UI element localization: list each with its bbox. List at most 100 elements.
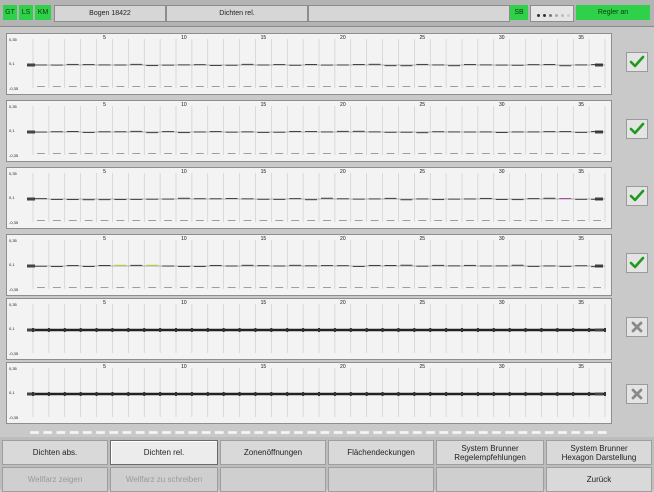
cross-icon	[631, 321, 643, 333]
y-axis-label: -0,35	[9, 287, 19, 292]
zone-tick-label: 35	[578, 364, 584, 370]
zone-notch	[492, 392, 495, 396]
zone-tick-label: 25	[419, 169, 425, 175]
y-axis-label: 0,1	[9, 262, 15, 267]
strip-segment	[148, 430, 159, 435]
y-axis-label: 0,1	[9, 61, 15, 66]
zone-notch	[365, 392, 368, 396]
zone-value-label	[466, 287, 474, 288]
sb-indicator: SB	[510, 5, 528, 20]
dichten-abs-button[interactable]: Dichten abs.	[2, 440, 108, 465]
zone-value-label	[402, 153, 411, 154]
zone-value-label	[354, 153, 363, 154]
zone-value-label	[211, 86, 220, 87]
zone-notch	[159, 392, 162, 396]
wellfarz-zeigen-button[interactable]: Wellfarz zeigen	[2, 467, 108, 492]
zone-notch	[429, 328, 432, 332]
strip-segment	[505, 430, 515, 435]
zone-value-label	[275, 287, 284, 288]
checkmark-stroke	[629, 189, 645, 202]
flaechendeckungen-button[interactable]: Flächendeckungen	[328, 440, 434, 465]
panel-1-status-button[interactable]	[626, 52, 648, 72]
zone-value-label	[513, 86, 522, 87]
zone-value-label	[275, 153, 284, 154]
panel-3-status-button[interactable]	[626, 186, 648, 206]
zone-notch	[333, 328, 336, 332]
zone-notch	[461, 392, 463, 396]
zone-value-label	[466, 220, 474, 221]
zone-chart: 0,35 0,1 -0,35 5 10 15 20 25 30 35	[9, 35, 606, 91]
zone-value-label	[116, 287, 125, 288]
zone-value-label	[116, 153, 125, 154]
zone-tick-label: 25	[419, 236, 425, 242]
strip-segment	[373, 430, 383, 435]
dichten-rel-button[interactable]: Dichten rel.	[110, 440, 218, 465]
zone-value-label	[323, 86, 331, 87]
zone-value-label	[275, 220, 284, 221]
zonenoeffnungen-button[interactable]: Zonenöffnungen	[220, 440, 326, 465]
zone-value-label	[450, 86, 458, 87]
zone-tick-label: 25	[419, 35, 425, 41]
zone-value-label	[434, 287, 443, 288]
zone-chart-panel-1: 0,35 0,1 -0,35 5 10 15 20 25 30 35	[6, 33, 612, 95]
zone-chart: 0,35 0,1 -0,35 5 10 15 20 25 30 35	[9, 364, 606, 420]
zone-value-label	[386, 153, 395, 154]
zone-notch	[572, 328, 575, 332]
zurueck-button[interactable]: Zurück	[546, 467, 652, 492]
zone-value-label	[52, 220, 61, 221]
empty-button-5[interactable]	[436, 467, 544, 492]
zone-value-label	[243, 287, 252, 288]
zone-notch	[349, 392, 352, 396]
zone-value-label	[164, 220, 172, 221]
regelempfehlungen-button[interactable]: System Brunner Regelempfehlungen	[436, 440, 544, 465]
zone-notch	[159, 328, 162, 332]
zone-tick-label: 35	[578, 300, 584, 306]
strip-segment	[42, 430, 53, 435]
hexagon-darstellung-button[interactable]: System Brunner Hexagon Darstellung	[546, 440, 652, 465]
wellfarz-schreiben-button[interactable]: Wellfarz zu schreiben	[110, 467, 218, 492]
zone-value-label	[243, 86, 252, 87]
zone-value-label	[291, 153, 300, 154]
zone-tick-label: 10	[181, 364, 187, 370]
zone-value-label	[354, 287, 363, 288]
zone-value-label	[243, 153, 252, 154]
zone-chart: 0,35 0,1 -0,35 5 10 15 20 25 30 35	[9, 169, 606, 225]
strip-segment	[267, 430, 277, 435]
zone-notch	[63, 328, 66, 332]
zone-notch	[381, 328, 384, 332]
zone-tick-label: 30	[499, 300, 505, 306]
strip-segment	[95, 430, 106, 435]
zone-value-label	[52, 153, 61, 154]
strip-segment	[82, 430, 92, 435]
zone-tick-label: 20	[340, 300, 346, 306]
empty-button-3[interactable]	[220, 467, 326, 492]
zone-value-label	[148, 220, 157, 221]
progress-dots	[530, 5, 574, 22]
zone-notch	[524, 392, 527, 396]
panel-6-status-button[interactable]	[626, 384, 648, 404]
zone-value-label	[593, 86, 601, 87]
strip-segment	[425, 430, 436, 435]
panel-2-status-button[interactable]	[626, 119, 648, 139]
zone-value-label	[275, 86, 284, 87]
left-marker	[27, 197, 35, 201]
checkmark-stroke	[629, 55, 645, 68]
strip-segment	[597, 430, 607, 435]
zone-scroll-strip[interactable]	[30, 430, 610, 435]
zone-value-label	[529, 153, 538, 154]
strip-segment	[307, 430, 317, 435]
zone-value-label	[497, 86, 506, 87]
zone-value-label	[164, 153, 172, 154]
y-axis-label: 0,1	[9, 195, 15, 200]
regler-status: Regler an	[576, 5, 650, 20]
zone-value-label	[164, 86, 172, 87]
zone-value-label	[180, 220, 188, 221]
zone-value-label	[529, 220, 538, 221]
zone-notch	[127, 392, 130, 396]
message-field	[308, 5, 510, 22]
empty-button-4[interactable]	[328, 467, 434, 492]
zone-value-label	[497, 153, 506, 154]
panel-4-status-button[interactable]	[626, 253, 648, 273]
zone-value-label	[323, 220, 331, 221]
panel-5-status-button[interactable]	[626, 317, 648, 337]
